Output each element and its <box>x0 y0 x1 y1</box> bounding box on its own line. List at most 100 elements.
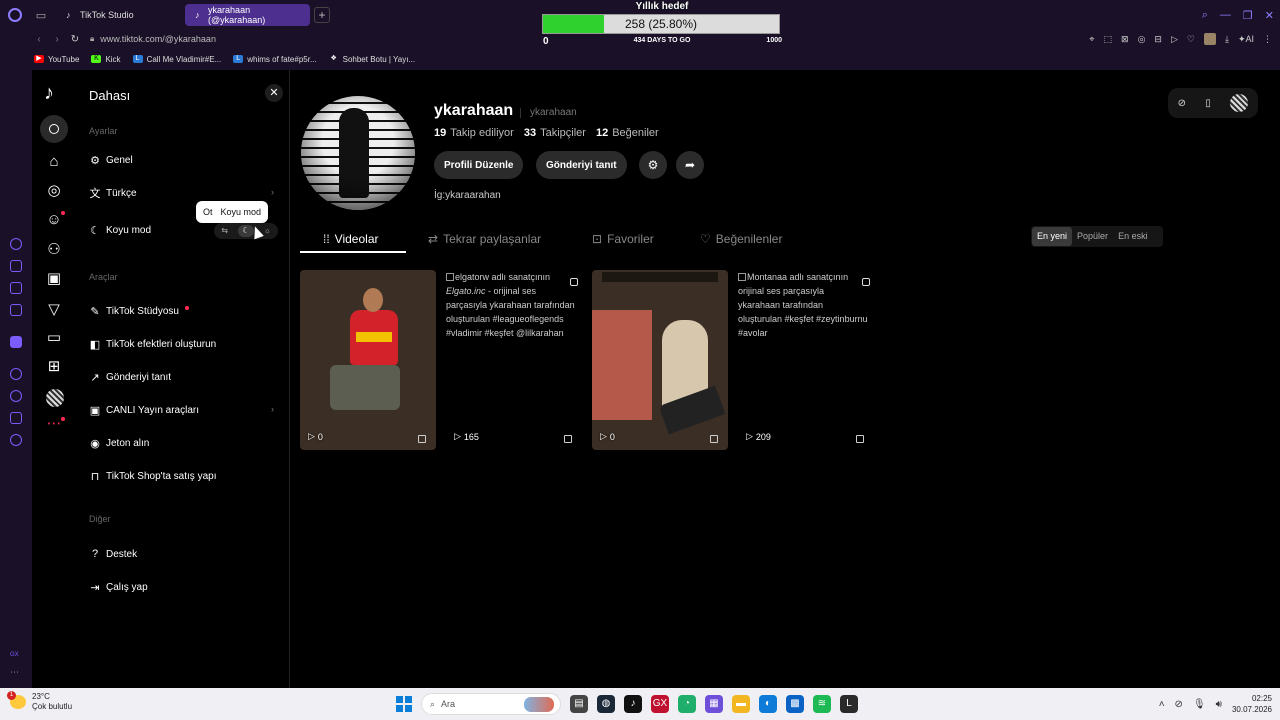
download-icon[interactable]: ⤓ <box>1225 34 1229 45</box>
league-of-legends-icon[interactable]: L <box>840 695 858 713</box>
chevron-up-icon[interactable]: ˄ <box>1159 699 1165 710</box>
video-card[interactable]: ▷ 0 <box>592 270 728 450</box>
pin-icon[interactable]: ⌖ <box>1089 34 1094 45</box>
menu-effects[interactable]: ◧ TikTok efektleri oluşturun <box>88 335 216 353</box>
edge-icon[interactable]: ◐ <box>759 695 777 713</box>
close-window-button[interactable]: ✕ <box>1265 9 1274 22</box>
settings-gear-button[interactable]: ⚙ <box>639 151 667 179</box>
url-field[interactable]: www.tiktok.com/@ykarahaan <box>100 34 216 44</box>
whatsapp-icon[interactable]: ◔ <box>678 695 696 713</box>
sort-newest[interactable]: En yeni <box>1032 227 1073 246</box>
tab-reposts[interactable]: ⇄ Tekrar paylaşanlar <box>428 226 541 252</box>
twitch-icon[interactable] <box>10 282 22 294</box>
network-icon[interactable]: ⊘ <box>1175 699 1183 710</box>
share-button[interactable]: ➦ <box>676 151 704 179</box>
phone-icon[interactable]: ▯ <box>1205 98 1211 109</box>
opera-gx-icon[interactable]: GX <box>651 695 669 713</box>
compass-icon[interactable]: ⊘ <box>1178 98 1186 109</box>
profile-avatar[interactable] <box>46 389 64 407</box>
video-card[interactable]: elgatorw adlı sanatçının Elgato.inc - or… <box>446 270 582 450</box>
store-icon[interactable]: ▩ <box>786 695 804 713</box>
tiktok-icon[interactable]: ♪ <box>624 695 642 713</box>
theme-toggle[interactable]: ⇆ ☾ ☼ <box>214 223 278 239</box>
edit-profile-button[interactable]: Profili Düzenle <box>434 151 524 179</box>
menu-support[interactable]: ? Destek <box>88 545 137 563</box>
menu-dark-mode[interactable]: ☾ Koyu mod <box>88 221 151 239</box>
menu-live-tools[interactable]: ▣ CANLI Yayın araçları <box>88 401 199 419</box>
volume-icon[interactable]: 🔊︎ <box>1216 699 1222 710</box>
snapshot-icon[interactable]: ⬚ <box>1104 34 1113 45</box>
user-avatar[interactable] <box>1230 94 1249 112</box>
search-button[interactable] <box>40 115 68 143</box>
clock[interactable]: 02:25 30.07.2026 <box>1232 693 1272 715</box>
bookmark-kick[interactable]: K Kick <box>91 55 121 64</box>
taskbar-search[interactable]: ⌕ Ara <box>421 693 561 715</box>
file-explorer-icon[interactable]: ▬ <box>732 695 750 713</box>
tab-profile[interactable]: ♪ ykarahaan (@ykarahaan) <box>185 4 310 26</box>
tab-liked[interactable]: ♡ Beğenilenler <box>700 226 782 252</box>
restore-button[interactable]: ❐ <box>1243 9 1253 22</box>
microphone-icon[interactable]: 🎙︎ <box>1193 699 1206 710</box>
promote-post-button[interactable]: Gönderiyi tanıt <box>536 151 627 179</box>
heart-icon[interactable]: ♡ <box>1187 34 1195 45</box>
sort-oldest[interactable]: En eski <box>1113 227 1153 246</box>
friends-icon[interactable]: ⚇ <box>45 241 63 259</box>
explore-icon[interactable]: ◎ <box>45 182 63 200</box>
menu-coins[interactable]: ◉ Jeton alın <box>88 434 149 452</box>
bookmark-youtube[interactable]: ▶ YouTube <box>34 55 79 64</box>
live-icon[interactable]: ▣ <box>45 270 63 288</box>
ai-icon[interactable]: ✦AI <box>1238 34 1254 45</box>
video-card[interactable]: ▷ 0 <box>300 270 436 450</box>
settings-icon[interactable] <box>10 434 22 446</box>
following-stat[interactable]: 19 Takip ediliyor <box>434 127 514 139</box>
tracker-icon[interactable]: ◎ <box>1138 34 1146 45</box>
bookmark-sohbet[interactable]: ❖ Sohbet Botu | Yayı... <box>329 55 415 64</box>
task-view-icon[interactable]: ▤ <box>570 695 588 713</box>
menu-icon[interactable]: ⋮ <box>1263 34 1272 45</box>
menu-logout[interactable]: ⇥ Çalış yap <box>88 578 147 596</box>
opera-gx-logo-icon[interactable] <box>0 0 30 30</box>
play-icon[interactable]: ▷ <box>1171 34 1178 45</box>
vpn-icon[interactable]: ⊠ <box>1121 34 1129 45</box>
gx-bag-icon[interactable] <box>10 260 22 272</box>
auto-mode-icon[interactable]: ⇆ <box>217 225 233 237</box>
profile-picture[interactable] <box>301 96 415 210</box>
messages-icon[interactable]: ▭ <box>45 329 63 347</box>
app-icon[interactable]: ▦ <box>705 695 723 713</box>
history-icon[interactable] <box>10 390 22 402</box>
forward-button[interactable]: › <box>48 34 66 45</box>
more-icon[interactable]: ⋯ <box>10 667 19 678</box>
workspaces-icon[interactable]: ▭ <box>30 9 52 22</box>
start-button[interactable] <box>396 696 412 712</box>
workspace-app-icon[interactable] <box>10 336 22 348</box>
menu-shop[interactable]: ⊓ TikTok Shop'ta satış yapı <box>88 467 217 485</box>
weather-widget[interactable]: 1 23°C Çok bulutlu <box>7 691 72 712</box>
search-icon[interactable]: ⌕ <box>1202 9 1208 22</box>
spotify-icon[interactable] <box>10 368 22 380</box>
upload-icon[interactable]: ⊞ <box>45 358 63 376</box>
followers-stat[interactable]: 33 Takipçiler <box>524 127 586 139</box>
video-card[interactable]: Montanaa adlı sanatçının orijinal ses pa… <box>738 270 874 450</box>
tab-favorites[interactable]: ⊡ Favoriler <box>592 226 654 252</box>
new-tab-button[interactable]: + <box>314 7 330 23</box>
sort-popular[interactable]: Popüler <box>1072 227 1113 246</box>
tab-videos[interactable]: ⁞⁞ Videolar <box>323 226 378 252</box>
tiktok-logo-icon[interactable]: ♪ <box>44 82 64 106</box>
bookmark-whims[interactable]: Lwhims of fate#p5r... <box>233 55 317 64</box>
back-button[interactable]: ‹ <box>30 34 48 45</box>
download-list-icon[interactable]: ⊟ <box>1154 34 1162 45</box>
close-panel-button[interactable]: ✕ <box>265 84 283 102</box>
home-icon[interactable]: ⌂ <box>45 153 63 171</box>
activity-icon[interactable]: ▽ <box>45 301 63 319</box>
menu-studio[interactable]: ✎ TikTok Stüdyosu <box>88 302 179 320</box>
player-icon[interactable] <box>10 412 22 424</box>
profile-avatar-icon[interactable] <box>1203 33 1216 45</box>
menu-language[interactable]: 文 Türkçe <box>88 184 137 202</box>
messenger-icon[interactable] <box>10 304 22 316</box>
spotify-icon[interactable]: ≋ <box>813 695 831 713</box>
tab-tiktok-studio[interactable]: ♪ TikTok Studio <box>56 4 181 26</box>
menu-general[interactable]: ⚙ Genel <box>88 151 133 169</box>
reload-button[interactable]: ↻ <box>66 34 84 45</box>
bookmark-vladimir[interactable]: L Call Me Vladimir#E... <box>132 55 221 64</box>
menu-promote[interactable]: ↗ Gönderiyi tanıt <box>88 368 171 386</box>
